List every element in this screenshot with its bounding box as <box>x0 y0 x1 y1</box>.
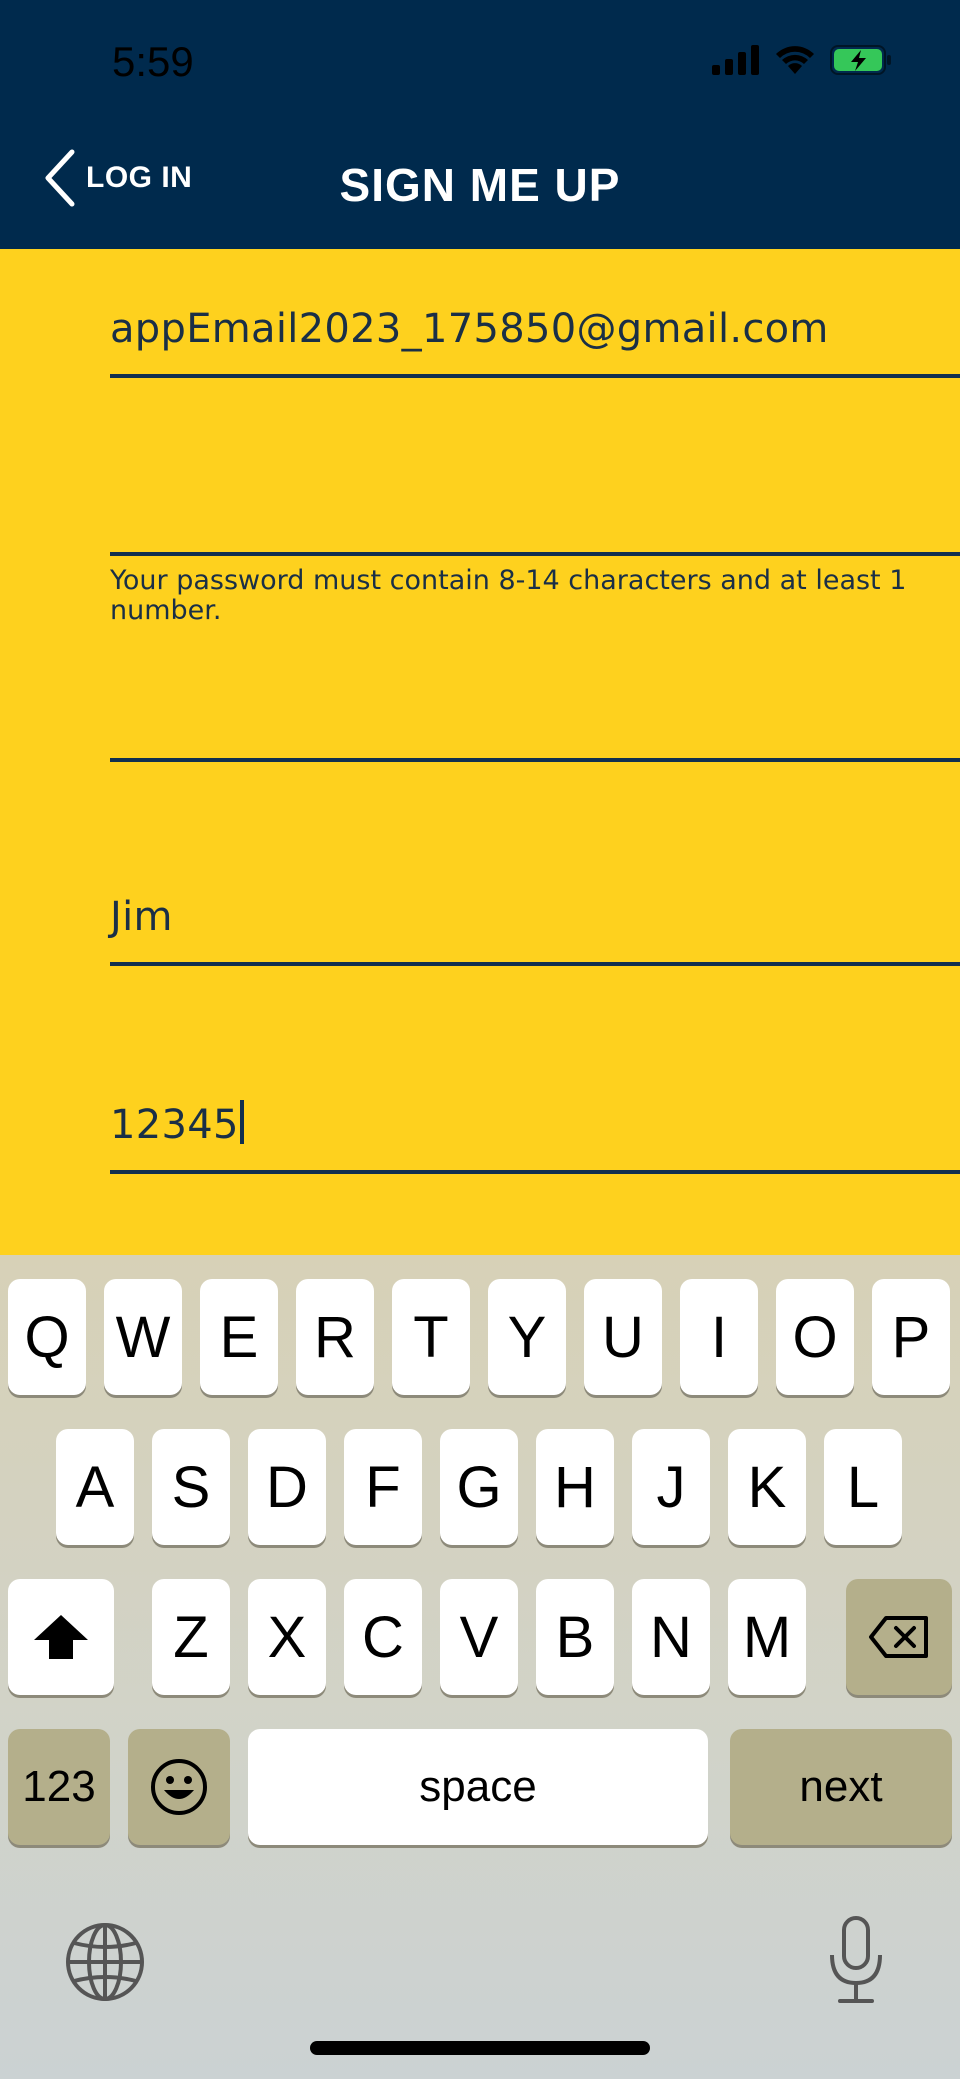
globe-icon[interactable] <box>64 1921 146 2003</box>
password-field[interactable] <box>110 440 960 556</box>
backspace-key[interactable] <box>846 1579 952 1695</box>
nav-header: 5:59 LOG IN SIGN ME UP <box>0 0 960 249</box>
battery-charging-icon <box>830 45 891 75</box>
signal-icon <box>712 45 759 75</box>
key-d[interactable]: D <box>248 1429 326 1545</box>
key-s[interactable]: S <box>152 1429 230 1545</box>
key-k[interactable]: K <box>728 1429 806 1545</box>
key-c[interactable]: C <box>344 1579 422 1695</box>
key-r[interactable]: R <box>296 1279 374 1395</box>
shift-icon <box>34 1615 88 1659</box>
delete-icon <box>869 1616 928 1658</box>
numbers-key[interactable]: 123 <box>8 1729 110 1845</box>
text-cursor <box>239 1100 244 1144</box>
key-n[interactable]: N <box>632 1579 710 1695</box>
on-screen-keyboard: Q W E R T Y U I O P A S D F G H J K L Z … <box>0 1255 960 2079</box>
key-b[interactable]: B <box>536 1579 614 1695</box>
key-u[interactable]: U <box>584 1279 662 1395</box>
home-indicator[interactable] <box>310 2041 650 2055</box>
next-key[interactable]: next <box>730 1729 952 1845</box>
confirm-password-field[interactable] <box>110 646 960 762</box>
key-f[interactable]: F <box>344 1429 422 1545</box>
email-field[interactable]: appEmail2023_175850@gmail.com <box>110 262 960 378</box>
zip-code-value-wrap: 12345 <box>110 1100 244 1148</box>
password-hint: Your password must contain 8-14 characte… <box>110 565 907 626</box>
key-y[interactable]: Y <box>488 1279 566 1395</box>
shift-key[interactable] <box>8 1579 114 1695</box>
emoji-icon <box>151 1759 207 1815</box>
page-title: SIGN ME UP <box>339 159 621 211</box>
status-icons <box>712 44 892 76</box>
key-q[interactable]: Q <box>8 1279 86 1395</box>
key-x[interactable]: X <box>248 1579 326 1695</box>
key-a[interactable]: A <box>56 1429 134 1545</box>
key-j[interactable]: J <box>632 1429 710 1545</box>
space-key[interactable]: space <box>248 1729 708 1845</box>
first-name-value: Jim <box>110 894 173 940</box>
key-e[interactable]: E <box>200 1279 278 1395</box>
key-o[interactable]: O <box>776 1279 854 1395</box>
key-h[interactable]: H <box>536 1429 614 1545</box>
microphone-icon[interactable] <box>826 1915 886 2005</box>
key-g[interactable]: G <box>440 1429 518 1545</box>
zip-code-value: 12345 <box>110 1102 239 1148</box>
key-p[interactable]: P <box>872 1279 950 1395</box>
key-t[interactable]: T <box>392 1279 470 1395</box>
email-value: appEmail2023_175850@gmail.com <box>110 306 829 352</box>
key-z[interactable]: Z <box>152 1579 230 1695</box>
key-l[interactable]: L <box>824 1429 902 1545</box>
emoji-key[interactable] <box>128 1729 230 1845</box>
wifi-icon <box>776 46 814 74</box>
key-v[interactable]: V <box>440 1579 518 1695</box>
status-time: 5:59 <box>112 38 194 85</box>
key-m[interactable]: M <box>728 1579 806 1695</box>
first-name-field[interactable]: Jim <box>110 850 960 966</box>
zip-code-field[interactable]: 12345 <box>110 1058 960 1174</box>
key-i[interactable]: I <box>680 1279 758 1395</box>
key-w[interactable]: W <box>104 1279 182 1395</box>
